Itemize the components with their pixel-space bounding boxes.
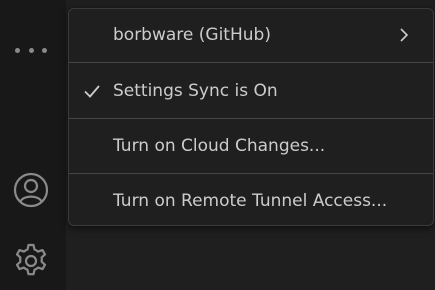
menu-item-cloud-changes[interactable]: Turn on Cloud Changes...	[69, 128, 433, 164]
menu-item-github-account[interactable]: borbware (GitHub)	[69, 17, 433, 53]
account-icon[interactable]	[13, 172, 49, 208]
check-icon	[83, 73, 105, 109]
gear-icon[interactable]	[12, 242, 50, 280]
menu-item-remote-tunnel[interactable]: Turn on Remote Tunnel Access...	[69, 183, 433, 219]
menu-item-label: Turn on Cloud Changes...	[113, 136, 326, 156]
accounts-context-menu: borbware (GitHub) Settings Sync is On Tu…	[68, 8, 434, 226]
menu-item-settings-sync[interactable]: Settings Sync is On	[69, 73, 433, 109]
chevron-right-icon	[397, 27, 411, 43]
ellipsis-icon[interactable]	[15, 44, 47, 56]
menu-item-label: Settings Sync is On	[113, 81, 278, 101]
menu-separator	[69, 62, 433, 63]
vscode-window: borbware (GitHub) Settings Sync is On Tu…	[0, 0, 435, 290]
menu-item-label: Turn on Remote Tunnel Access...	[113, 191, 388, 211]
activity-bar	[0, 0, 66, 290]
menu-separator	[69, 173, 433, 174]
menu-item-label: borbware (GitHub)	[113, 25, 271, 45]
menu-separator	[69, 118, 433, 119]
